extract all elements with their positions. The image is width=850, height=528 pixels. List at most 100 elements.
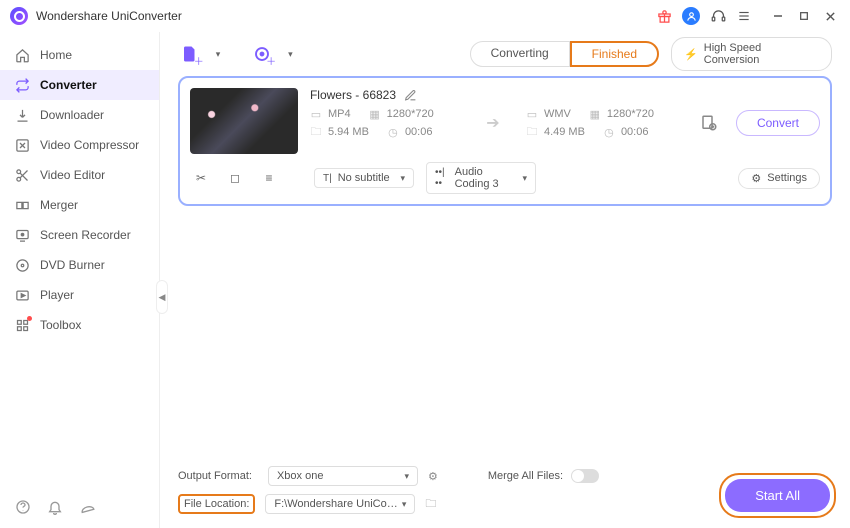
- dst-size: 4.49 MB: [544, 126, 585, 138]
- edit-filename-icon[interactable]: [404, 89, 417, 102]
- sidebar-item-label: Toolbox: [40, 318, 81, 332]
- convert-button[interactable]: Convert: [736, 110, 820, 136]
- clock-icon: ◷: [387, 126, 399, 138]
- lightning-icon: ⚡: [684, 48, 698, 61]
- sidebar-item-toolbox[interactable]: Toolbox: [0, 310, 159, 340]
- output-format-label: Output Format:: [178, 470, 258, 482]
- chevron-down-icon: ▾: [402, 499, 407, 510]
- sidebar-item-converter[interactable]: Converter: [0, 70, 159, 100]
- start-all-button[interactable]: Start All: [725, 479, 830, 512]
- folder-icon: 🗀: [526, 126, 538, 138]
- dst-dur: 00:06: [621, 126, 649, 138]
- tab-finished[interactable]: Finished: [570, 41, 659, 67]
- high-speed-label: High Speed Conversion: [704, 42, 819, 66]
- subtitle-dropdown[interactable]: T| No subtitle ▾: [314, 168, 414, 188]
- dst-format: WMV: [544, 108, 571, 120]
- sidebar-item-merger[interactable]: Merger: [0, 190, 159, 220]
- file-card: Flowers - 66823 ▭MP4 ▦1280*720 🗀5.94 M: [178, 76, 832, 206]
- minimize-button[interactable]: [768, 6, 788, 26]
- sidebar-item-video-editor[interactable]: Video Editor: [0, 160, 159, 190]
- feedback-icon[interactable]: [78, 498, 96, 516]
- output-settings-icon[interactable]: [700, 114, 718, 132]
- src-dur: 00:06: [405, 126, 433, 138]
- sidebar-item-label: Home: [40, 48, 72, 62]
- sidebar-item-screen-recorder[interactable]: Screen Recorder: [0, 220, 159, 250]
- crop-icon[interactable]: ◻: [224, 169, 246, 187]
- open-folder-icon[interactable]: 🗀: [425, 495, 436, 514]
- home-icon: [14, 47, 30, 63]
- sidebar-item-label: Screen Recorder: [40, 228, 131, 242]
- title-bar: Wondershare UniConverter: [0, 0, 850, 32]
- video-format-icon: ▭: [526, 108, 538, 120]
- video-thumbnail[interactable]: [190, 88, 298, 154]
- converter-icon: [14, 77, 30, 93]
- start-all-highlight: Start All: [719, 473, 836, 518]
- chevron-down-icon[interactable]: ▾: [288, 49, 293, 60]
- gear-icon: ⚙: [751, 172, 761, 185]
- more-icon[interactable]: ≡: [258, 169, 280, 187]
- dst-res: 1280*720: [607, 108, 654, 120]
- merge-label: Merge All Files:: [488, 470, 563, 482]
- src-res: 1280*720: [387, 108, 434, 120]
- file-location-label: File Location:: [178, 494, 255, 514]
- file-name: Flowers - 66823: [310, 88, 396, 102]
- close-button[interactable]: [820, 6, 840, 26]
- merger-icon: [14, 197, 30, 213]
- gift-icon[interactable]: [656, 8, 672, 24]
- sidebar-item-label: Downloader: [40, 108, 104, 122]
- merge-toggle[interactable]: [571, 469, 599, 483]
- maximize-button[interactable]: [794, 6, 814, 26]
- folder-icon: 🗀: [310, 126, 322, 138]
- high-speed-conversion-button[interactable]: ⚡ High Speed Conversion: [671, 37, 832, 71]
- file-location-value: F:\Wondershare UniConverter: [274, 498, 401, 510]
- chevron-down-icon: ▾: [522, 173, 527, 184]
- collapse-sidebar-button[interactable]: ◀: [156, 280, 168, 314]
- file-location-dropdown[interactable]: F:\Wondershare UniConverter ▾: [265, 494, 415, 514]
- resolution-icon: ▦: [589, 108, 601, 120]
- add-file-button[interactable]: ＋: [178, 42, 202, 66]
- audio-wave-icon: ••|••: [435, 167, 449, 189]
- video-format-icon: ▭: [310, 108, 322, 120]
- disc-icon: [14, 257, 30, 273]
- card-settings-button[interactable]: ⚙ Settings: [738, 168, 820, 189]
- sidebar-item-label: Video Editor: [40, 168, 105, 182]
- sidebar-item-label: DVD Burner: [40, 258, 105, 272]
- notification-dot: [27, 316, 32, 321]
- bell-icon[interactable]: [46, 498, 64, 516]
- compressor-icon: [14, 137, 30, 153]
- sidebar-item-compressor[interactable]: Video Compressor: [0, 130, 159, 160]
- menu-icon[interactable]: [736, 8, 752, 24]
- chevron-down-icon[interactable]: ▾: [216, 49, 221, 60]
- arrow-right-icon: ➔: [478, 113, 508, 133]
- account-avatar-icon[interactable]: [682, 7, 700, 25]
- trim-icon[interactable]: ✂: [190, 169, 212, 187]
- sidebar-item-downloader[interactable]: Downloader: [0, 100, 159, 130]
- output-format-dropdown[interactable]: Xbox one ▾: [268, 466, 418, 486]
- toolbar: ＋ ▾ ＋ ▾ Converting Finished ⚡ High Speed…: [160, 32, 850, 76]
- sidebar-item-dvd-burner[interactable]: DVD Burner: [0, 250, 159, 280]
- audio-dropdown[interactable]: ••|•• Audio Coding 3 ▾: [426, 162, 536, 194]
- sidebar-item-label: Player: [40, 288, 74, 302]
- tab-converting[interactable]: Converting: [470, 41, 570, 67]
- output-settings-gear-icon[interactable]: ⚙: [428, 470, 438, 483]
- sidebar-item-player[interactable]: Player: [0, 280, 159, 310]
- src-size: 5.94 MB: [328, 126, 369, 138]
- add-disc-button[interactable]: ＋: [250, 42, 274, 66]
- download-icon: [14, 107, 30, 123]
- subtitle-prefix-icon: T|: [323, 173, 332, 184]
- sidebar-item-label: Video Compressor: [40, 138, 139, 152]
- app-title: Wondershare UniConverter: [36, 9, 182, 23]
- help-icon[interactable]: [14, 498, 32, 516]
- screen-recorder-icon: [14, 227, 30, 243]
- sidebar: Home Converter Downloader Video Compress…: [0, 32, 160, 528]
- resolution-icon: ▦: [369, 108, 381, 120]
- chevron-down-icon: ▾: [400, 173, 405, 184]
- src-format: MP4: [328, 108, 351, 120]
- sidebar-item-home[interactable]: Home: [0, 40, 159, 70]
- play-icon: [14, 287, 30, 303]
- subtitle-value: No subtitle: [338, 172, 390, 184]
- sidebar-item-label: Converter: [40, 78, 97, 92]
- scissors-icon: [14, 167, 30, 183]
- support-headset-icon[interactable]: [710, 8, 726, 24]
- chevron-down-icon: ▾: [404, 471, 409, 482]
